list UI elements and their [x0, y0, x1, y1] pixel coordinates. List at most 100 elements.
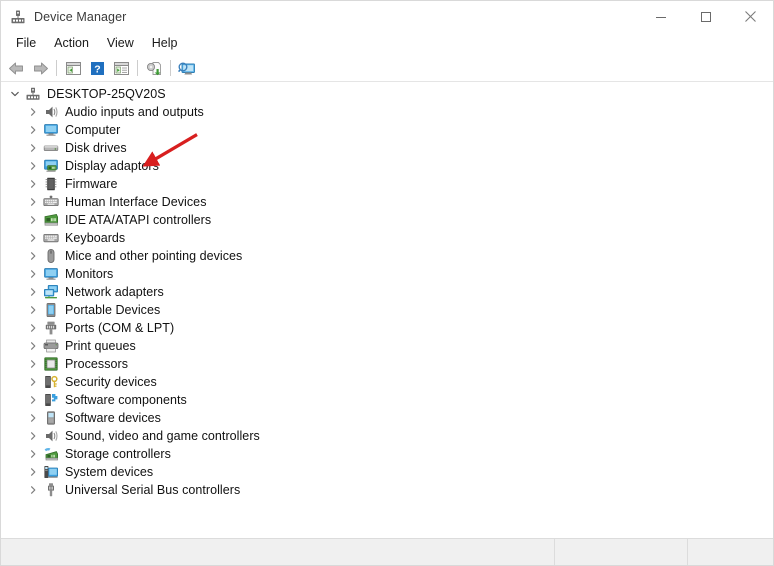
portable-device-icon — [43, 302, 59, 318]
storage-controller-icon — [43, 446, 59, 462]
security-key-icon — [43, 374, 59, 390]
tree-item-keyboards[interactable]: Keyboards — [1, 229, 773, 247]
chevron-right-icon[interactable] — [25, 230, 41, 246]
tree-item-label: Software devices — [65, 411, 161, 425]
chevron-right-icon[interactable] — [25, 446, 41, 462]
tree-item-monitors[interactable]: Monitors — [1, 265, 773, 283]
usb-icon — [43, 482, 59, 498]
properties-icon[interactable] — [109, 57, 133, 79]
chevron-right-icon[interactable] — [25, 410, 41, 426]
tree-item-computer[interactable]: Computer — [1, 121, 773, 139]
chevron-right-icon[interactable] — [25, 158, 41, 174]
tree-item-label: Monitors — [65, 267, 114, 281]
chevron-right-icon[interactable] — [25, 266, 41, 282]
toolbar-separator — [137, 60, 138, 76]
tree-item-firmware[interactable]: Firmware — [1, 175, 773, 193]
tree-item-label: Audio inputs and outputs — [65, 105, 204, 119]
tree-item-label: Portable Devices — [65, 303, 161, 317]
chevron-right-icon[interactable] — [25, 248, 41, 264]
chevron-right-icon[interactable] — [25, 194, 41, 210]
window-title: Device Manager — [34, 9, 127, 24]
tree-item-print-queues[interactable]: Print queues — [1, 337, 773, 355]
tree-item-network-adapters[interactable]: Network adapters — [1, 283, 773, 301]
tree-item-portable-devices[interactable]: Portable Devices — [1, 301, 773, 319]
chevron-right-icon[interactable] — [25, 302, 41, 318]
scan-hardware-changes-icon[interactable] — [175, 57, 199, 79]
chevron-right-icon[interactable] — [25, 122, 41, 138]
status-panel-mid — [555, 539, 688, 565]
tree-item-security-devices[interactable]: Security devices — [1, 373, 773, 391]
menu-item-view[interactable]: View — [98, 34, 143, 53]
chevron-right-icon[interactable] — [25, 320, 41, 336]
tree-item-software-devices[interactable]: Software devices — [1, 409, 773, 427]
status-panel-end — [688, 539, 773, 565]
disk-drive-icon — [43, 140, 59, 156]
chevron-right-icon[interactable] — [25, 176, 41, 192]
tree-item-label: Ports (COM & LPT) — [65, 321, 175, 335]
software-device-icon — [43, 410, 59, 426]
menu-item-action[interactable]: Action — [45, 34, 98, 53]
tree-item-audio-inputs-and-outputs[interactable]: Audio inputs and outputs — [1, 103, 773, 121]
title-bar: Device Manager — [1, 1, 773, 32]
monitor-icon — [43, 266, 59, 282]
chevron-right-icon[interactable] — [25, 284, 41, 300]
device-tree[interactable]: DESKTOP-25QV20S Audio inputs and outputs — [1, 82, 773, 538]
software-puzzle-icon — [43, 392, 59, 408]
device-manager-window: Device Manager File Action View Help ? D… — [0, 0, 774, 566]
svg-text:?: ? — [94, 63, 100, 75]
tree-item-label: Storage controllers — [65, 447, 171, 461]
tree-item-disk-drives[interactable]: Disk drives — [1, 139, 773, 157]
status-bar — [1, 538, 773, 565]
tree-item-label: Keyboards — [65, 231, 126, 245]
tree-root-label: DESKTOP-25QV20S — [47, 87, 166, 101]
tree-item-display-adaptors[interactable]: Display adaptors — [1, 157, 773, 175]
tree-item-processors[interactable]: Processors — [1, 355, 773, 373]
tree-root-node[interactable]: DESKTOP-25QV20S — [1, 85, 773, 103]
chevron-right-icon[interactable] — [25, 356, 41, 372]
tree-item-label: Firmware — [65, 177, 118, 191]
menu-item-help[interactable]: Help — [143, 34, 187, 53]
tree-item-label: Mice and other pointing devices — [65, 249, 243, 263]
chevron-right-icon[interactable] — [25, 104, 41, 120]
chevron-right-icon[interactable] — [25, 212, 41, 228]
tree-item-human-interface-devices[interactable]: Human Interface Devices — [1, 193, 773, 211]
tree-item-universal-serial-bus-controllers[interactable]: Universal Serial Bus controllers — [1, 481, 773, 499]
tree-item-label: Software components — [65, 393, 187, 407]
mouse-icon — [43, 248, 59, 264]
forward-arrow-icon[interactable] — [28, 57, 52, 79]
tree-item-label: System devices — [65, 465, 154, 479]
status-panel-main — [1, 539, 555, 565]
chevron-right-icon[interactable] — [25, 428, 41, 444]
chevron-right-icon[interactable] — [25, 338, 41, 354]
chevron-right-icon[interactable] — [25, 464, 41, 480]
speaker-icon — [43, 104, 59, 120]
menu-item-file[interactable]: File — [7, 34, 45, 53]
chevron-right-icon[interactable] — [25, 374, 41, 390]
tree-item-ide-ata-atapi-controllers[interactable]: IDE ATA/ATAPI controllers — [1, 211, 773, 229]
back-arrow-icon[interactable] — [4, 57, 28, 79]
maximize-button[interactable] — [683, 1, 728, 32]
tree-item-mice-and-other-pointing-devices[interactable]: Mice and other pointing devices — [1, 247, 773, 265]
show-tree-icon[interactable] — [61, 57, 85, 79]
tree-item-sound-video-and-game-controllers[interactable]: Sound, video and game controllers — [1, 427, 773, 445]
help-icon[interactable]: ? — [85, 57, 109, 79]
tree-item-storage-controllers[interactable]: Storage controllers — [1, 445, 773, 463]
firmware-chip-icon — [43, 176, 59, 192]
window-controls — [638, 1, 773, 32]
chevron-right-icon[interactable] — [25, 392, 41, 408]
close-button[interactable] — [728, 1, 773, 32]
toolbar-separator — [56, 60, 57, 76]
chevron-right-icon[interactable] — [25, 482, 41, 498]
display-adapter-icon — [43, 158, 59, 174]
tree-item-label: Display adaptors — [65, 159, 159, 173]
tree-item-label: Processors — [65, 357, 129, 371]
minimize-button[interactable] — [638, 1, 683, 32]
tree-item-ports-com-and-lpt[interactable]: Ports (COM & LPT) — [1, 319, 773, 337]
chevron-down-icon[interactable] — [7, 86, 23, 102]
chevron-right-icon[interactable] — [25, 140, 41, 156]
tree-item-system-devices[interactable]: System devices — [1, 463, 773, 481]
tree-item-software-components[interactable]: Software components — [1, 391, 773, 409]
update-driver-icon[interactable] — [142, 57, 166, 79]
tree-item-label: Network adapters — [65, 285, 164, 299]
system-device-icon — [43, 464, 59, 480]
